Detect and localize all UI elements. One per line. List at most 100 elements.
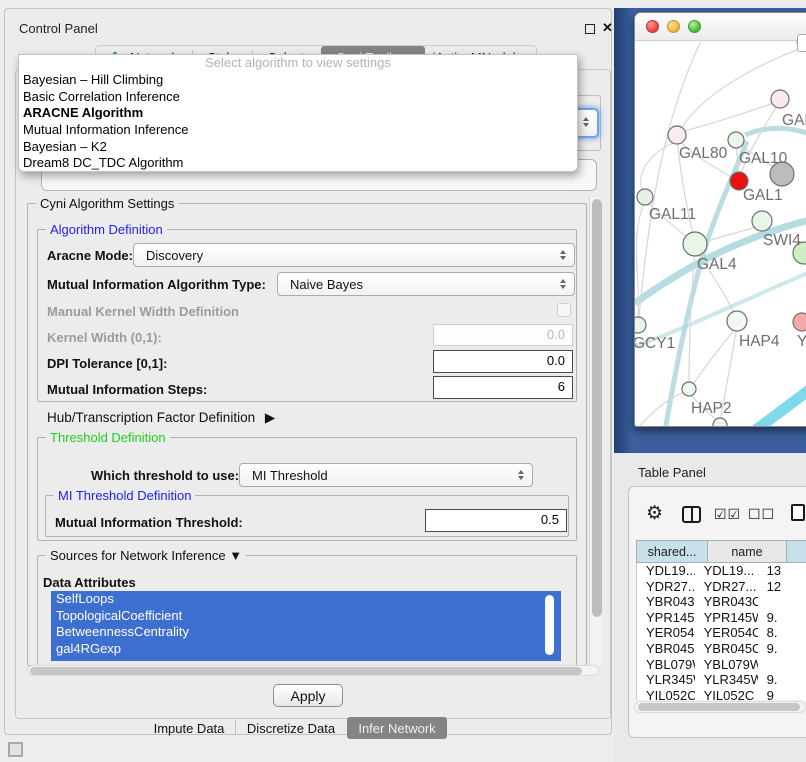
dpi-tolerance-field[interactable]: 0.0 <box>433 350 573 373</box>
mi-steps-field[interactable]: 6 <box>433 376 573 399</box>
node-label: HAP2 <box>691 400 732 417</box>
group-title: Sources for Network Inference ▼ <box>46 548 246 563</box>
node-label: GAL4 <box>697 256 737 273</box>
network-node[interactable] <box>635 317 646 333</box>
list-item[interactable]: SelfLoops <box>51 591 561 608</box>
data-attributes-list[interactable]: SelfLoops TopologicalCoefficient Between… <box>51 591 561 661</box>
combo-value: Discovery <box>146 248 203 263</box>
dock-grip-icon[interactable] <box>8 742 23 757</box>
group-title: Threshold Definition <box>46 430 170 445</box>
which-threshold-label: Which threshold to use: <box>91 468 239 483</box>
node-label: GAL80 <box>679 145 728 162</box>
dropdown-item[interactable]: Basic Correlation Inference <box>19 89 577 106</box>
combo-value: Naive Bayes <box>290 277 363 292</box>
group-title: Cyni Algorithm Settings <box>36 196 178 211</box>
bottom-tab-bar: Impute Data Discretize Data Infer Networ… <box>125 717 505 739</box>
network-node[interactable] <box>637 189 653 205</box>
table-row[interactable]: YIL052CYIL052C9 <box>637 688 806 700</box>
table-row[interactable]: YBR043CYBR043C <box>637 594 806 610</box>
combo-arrows-icon <box>560 279 566 289</box>
close-icon[interactable]: ✕ <box>602 20 613 36</box>
table-row[interactable]: YER054CYER054C8. <box>637 625 806 641</box>
deselect-all-icon[interactable]: ☐☐ <box>748 506 775 523</box>
zoom-traffic-light-icon[interactable] <box>688 20 701 33</box>
document-icon[interactable] <box>791 504 805 521</box>
dropdown-item[interactable]: Dream8 DC_TDC Algorithm <box>19 155 577 172</box>
network-node[interactable] <box>682 382 696 396</box>
mi-threshold-label: Mutual Information Threshold: <box>55 515 243 530</box>
node-label: HAP4 <box>739 333 780 350</box>
select-all-checked-icon[interactable]: ☑☑ <box>714 506 741 523</box>
table-row[interactable]: YPR145WYPR145W9. <box>637 610 806 626</box>
network-node[interactable] <box>728 132 744 148</box>
collapse-arrow-icon[interactable]: ▼ <box>229 548 242 563</box>
settings-horizontal-scrollbar[interactable] <box>27 665 599 676</box>
list-item[interactable]: TopologicalCoefficient <box>51 608 561 625</box>
data-attributes-label: Data Attributes <box>43 575 136 590</box>
mi-threshold-field[interactable]: 0.5 <box>425 509 567 532</box>
tab-separator <box>235 720 236 735</box>
column-header-clipped[interactable] <box>786 540 806 563</box>
hub-factor-definition-toggle[interactable]: Hub/Transcription Factor Definition ▶ <box>47 410 275 426</box>
settings-vertical-scrollbar[interactable] <box>589 197 602 667</box>
combo-arrows-icon <box>560 250 566 260</box>
split-columns-icon[interactable] <box>682 506 701 523</box>
dropdown-item[interactable]: Mutual Information Inference <box>19 122 577 139</box>
algorithm-dropdown-popup: Select algorithm to view settings Bayesi… <box>18 54 578 172</box>
network-node[interactable] <box>727 311 747 331</box>
network-node[interactable] <box>683 232 707 256</box>
list-item[interactable]: gal4RGexp <box>51 641 561 658</box>
tab-infer-network[interactable]: Infer Network <box>347 717 447 739</box>
table-row[interactable]: YLR345WYLR345W9. <box>637 672 806 688</box>
list-item[interactable]: BetweennessCentrality <box>51 624 561 641</box>
expand-arrow-icon: ▶ <box>265 410 275 425</box>
clipped-scroll-box <box>797 34 806 52</box>
network-window-titlebar[interactable] <box>635 13 806 41</box>
settings-scroll-area: Cyni Algorithm Settings Algorithm Defini… <box>21 193 605 675</box>
which-threshold-combobox[interactable]: MI Threshold <box>239 463 533 487</box>
table-row[interactable]: YDL19...YDL19...13 <box>637 563 806 579</box>
dropdown-item[interactable]: Bayesian – K2 <box>19 139 577 156</box>
kernel-width-field[interactable]: 0.0 <box>433 324 573 346</box>
aracne-mode-combobox[interactable]: Discovery <box>133 243 575 267</box>
scrollbar-thumb[interactable] <box>638 703 800 711</box>
network-node[interactable] <box>771 90 789 108</box>
mi-algorithm-type-combobox[interactable]: Naive Bayes <box>277 272 575 296</box>
network-node[interactable] <box>668 126 686 144</box>
minimize-traffic-light-icon[interactable] <box>667 20 680 33</box>
network-node[interactable] <box>793 313 806 331</box>
manual-kernel-width-checkbox[interactable] <box>557 303 571 317</box>
column-header-name[interactable]: name <box>707 540 787 563</box>
table-horizontal-scrollbar[interactable] <box>634 701 806 713</box>
column-header-shared-name[interactable]: shared... <box>636 540 708 563</box>
table-body: YDL19...YDL19...13 YDR27...YDR27...12 YB… <box>636 563 806 700</box>
node-label: GAL10 <box>739 150 788 167</box>
table-row[interactable]: YBR045CYBR045C9. <box>637 641 806 657</box>
list-scrollbar-thumb[interactable] <box>545 595 554 655</box>
dropdown-item-selected[interactable]: ARACNE Algorithm <box>19 105 577 122</box>
dpi-tolerance-label: DPI Tolerance [0,1]: <box>47 356 167 371</box>
table-panel-title: Table Panel <box>638 465 706 480</box>
control-panel-title: Control Panel <box>19 21 98 36</box>
tab-discretize-data[interactable]: Discretize Data <box>237 717 345 739</box>
apply-button[interactable]: Apply <box>273 684 343 707</box>
combo-arrows-icon <box>518 470 524 480</box>
network-canvas[interactable]: GAL GAL80 GAL10 GAL1 GAL11 SWI4 GAL4 GCY… <box>635 41 806 427</box>
table-row[interactable]: YBL079WYBL079W <box>637 657 806 673</box>
close-traffic-light-icon[interactable] <box>646 20 659 33</box>
network-node[interactable] <box>713 418 727 427</box>
float-window-icon[interactable] <box>585 24 595 34</box>
network-view-window[interactable]: GAL GAL80 GAL10 GAL1 GAL11 SWI4 GAL4 GCY… <box>634 12 806 427</box>
network-node[interactable] <box>752 211 772 231</box>
group-title: MI Threshold Definition <box>54 488 195 503</box>
network-edge[interactable] <box>745 128 806 135</box>
scrollbar-thumb[interactable] <box>592 199 602 617</box>
scrollbar-thumb[interactable] <box>30 667 582 675</box>
node-label: SWI4 <box>763 232 801 249</box>
gear-icon[interactable]: ⚙ <box>646 502 663 525</box>
table-row[interactable]: YDR27...YDR27...12 <box>637 579 806 595</box>
dropdown-item[interactable]: Bayesian – Hill Climbing <box>19 72 577 89</box>
network-edge[interactable] <box>749 387 806 427</box>
tab-impute-data[interactable]: Impute Data <box>147 717 231 739</box>
kernel-width-label: Kernel Width (0,1): <box>47 330 162 345</box>
